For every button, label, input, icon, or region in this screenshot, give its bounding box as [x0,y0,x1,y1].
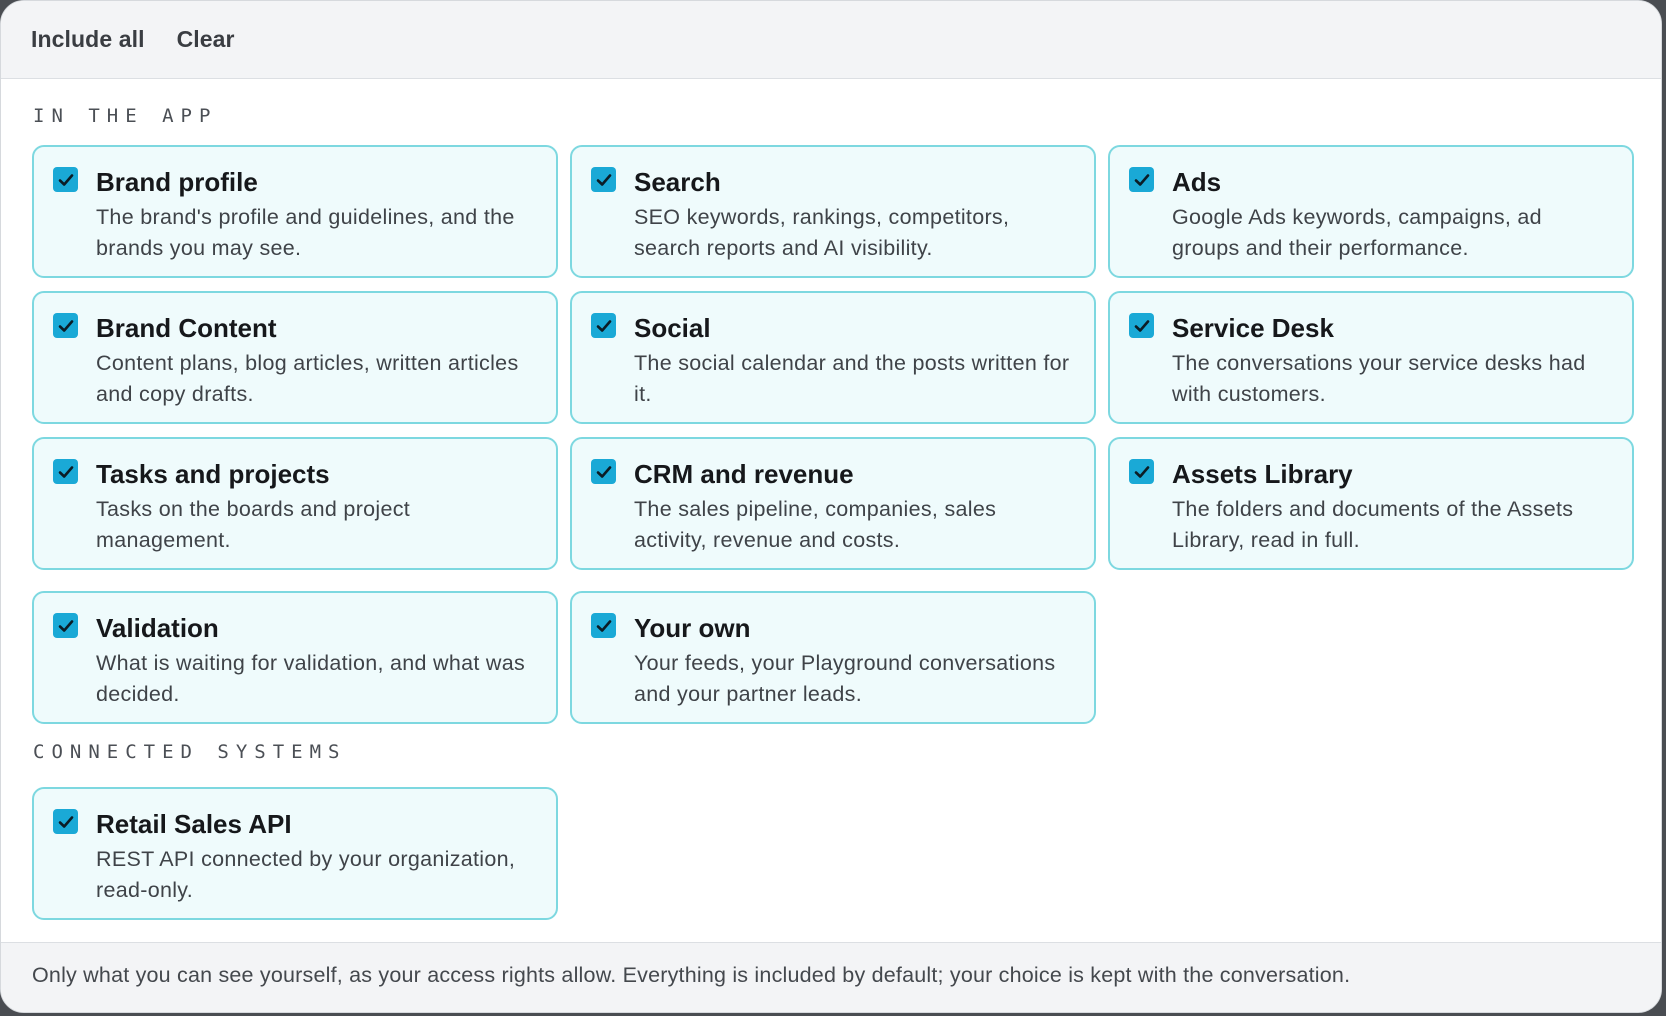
context-selection-panel: Include all Clear IN THE APP Brand profi… [0,0,1662,1013]
checkbox[interactable] [53,613,78,638]
checkmark-icon [58,815,73,828]
card-description: The conversations your service desks had… [1172,351,1586,406]
checkmark-icon [1134,173,1149,186]
include-all-button[interactable]: Include all [31,26,145,53]
checkbox[interactable] [591,613,616,638]
card-description: REST API connected by your organization,… [96,847,516,902]
clear-button[interactable]: Clear [177,26,235,53]
footer-note: Only what you can see yourself, as your … [1,942,1661,1012]
card-title: Assets Library [1172,459,1353,489]
checkbox[interactable] [53,809,78,834]
card-description: Tasks on the boards and project manageme… [96,497,411,552]
card-title: Brand Content [96,313,277,343]
source-card-retail-sales-api[interactable]: Retail Sales API REST API connected by y… [32,787,558,920]
card-title: Retail Sales API [96,809,292,839]
source-card-assets-library[interactable]: Assets Library The folders and documents… [1108,437,1634,570]
card-description: Google Ads keywords, campaigns, ad group… [1172,205,1542,260]
toolbar: Include all Clear [1,1,1661,79]
card-title: CRM and revenue [634,459,854,489]
checkmark-icon [596,619,611,632]
checkmark-icon [596,319,611,332]
source-card-search[interactable]: Search SEO keywords, rankings, competito… [570,145,1096,278]
checkbox[interactable] [591,313,616,338]
card-description: The brand's profile and guidelines, and … [96,205,515,260]
checkbox[interactable] [53,167,78,192]
checkmark-icon [58,173,73,186]
source-card-tasks-and-projects[interactable]: Tasks and projects Tasks on the boards a… [32,437,558,570]
card-title: Ads [1172,167,1222,197]
card-title: Your own [634,613,751,643]
card-title: Brand profile [96,167,258,197]
section-heading-connected-systems: CONNECTED SYSTEMS [33,741,347,763]
card-description: Content plans, blog articles, written ar… [96,351,519,406]
card-description: SEO keywords, rankings, competitors, sea… [634,205,1010,260]
card-description: Your feeds, your Playground conversation… [634,651,1056,706]
checkbox[interactable] [591,167,616,192]
checkbox[interactable] [1129,167,1154,192]
source-card-service-desk[interactable]: Service Desk The conversations your serv… [1108,291,1634,424]
source-card-social[interactable]: Social The social calendar and the posts… [570,291,1096,424]
checkbox[interactable] [53,459,78,484]
source-card-brand-content[interactable]: Brand Content Content plans, blog articl… [32,291,558,424]
source-card-your-own[interactable]: Your own Your feeds, your Playground con… [570,591,1096,724]
checkbox[interactable] [53,313,78,338]
checkmark-icon [596,465,611,478]
checkbox[interactable] [1129,459,1154,484]
checkmark-icon [1134,465,1149,478]
card-title: Validation [96,613,219,643]
checkmark-icon [58,319,73,332]
card-title: Search [634,167,721,197]
card-title: Service Desk [1172,313,1334,343]
card-description: The social calendar and the posts writte… [634,351,1070,406]
card-description: The folders and documents of the Assets … [1172,497,1574,552]
card-description: The sales pipeline, companies, sales act… [634,497,997,552]
checkmark-icon [1134,319,1149,332]
checkmark-icon [58,465,73,478]
source-card-crm-and-revenue[interactable]: CRM and revenue The sales pipeline, comp… [570,437,1096,570]
card-title: Social [634,313,711,343]
checkbox[interactable] [591,459,616,484]
checkbox[interactable] [1129,313,1154,338]
source-card-validation[interactable]: Validation What is waiting for validatio… [32,591,558,724]
section-heading-in-the-app: IN THE APP [33,105,218,127]
source-card-brand-profile[interactable]: Brand profile The brand's profile and gu… [32,145,558,278]
card-title: Tasks and projects [96,459,330,489]
checkmark-icon [596,173,611,186]
card-description: What is waiting for validation, and what… [96,651,526,706]
source-card-ads[interactable]: Ads Google Ads keywords, campaigns, ad g… [1108,145,1634,278]
checkmark-icon [58,619,73,632]
